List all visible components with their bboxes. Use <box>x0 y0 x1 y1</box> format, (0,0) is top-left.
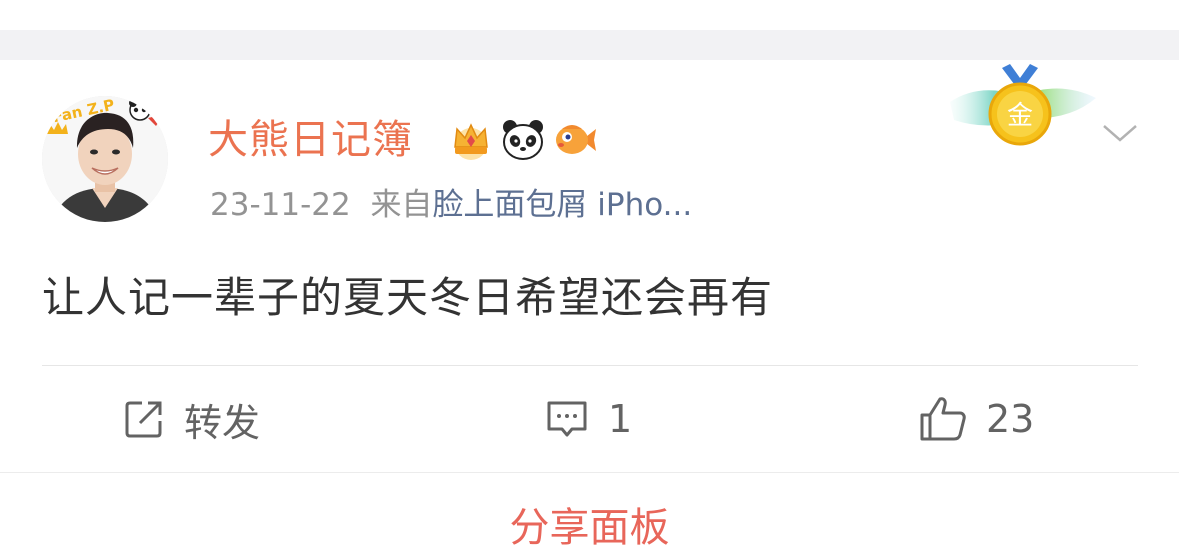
post-content: 让人记一辈子的夏天冬日希望还会再有 <box>42 273 774 322</box>
source-prefix: 来自 <box>370 187 433 223</box>
like-button[interactable]: 23 <box>918 392 1034 446</box>
comment-button[interactable]: 1 <box>544 392 632 446</box>
repost-button[interactable]: 转发 <box>122 392 260 446</box>
share-panel-link[interactable]: 分享面板 <box>0 500 1179 556</box>
repost-label: 转发 <box>184 400 261 445</box>
username[interactable]: 大熊日记簿 <box>208 112 413 168</box>
post-timestamp: 23-11-22 <box>210 187 351 223</box>
crown-icon[interactable] <box>448 117 494 163</box>
post-meta: 23-11-22 来自脸上面包屑 iPho... <box>210 184 692 226</box>
medal-label: 金 <box>1007 101 1033 131</box>
user-badges <box>448 116 598 164</box>
action-divider <box>42 365 1138 366</box>
bottom-separator <box>0 472 1179 473</box>
comment-count: 1 <box>608 397 633 441</box>
feed-separator <box>0 30 1179 60</box>
chevron-down-icon[interactable] <box>1100 118 1140 148</box>
avatar[interactable]: Fan Z.P <box>42 96 168 222</box>
share-icon <box>125 401 162 438</box>
top-area <box>0 0 1179 30</box>
source-link[interactable]: 脸上面包屑 iPho... <box>432 187 692 223</box>
fish-icon[interactable] <box>552 117 598 163</box>
panda-icon[interactable] <box>500 117 546 163</box>
like-count: 23 <box>986 397 1035 441</box>
thumbs-up-icon <box>920 397 966 441</box>
comment-icon <box>547 401 587 437</box>
gold-medal-icon[interactable]: 金 <box>940 62 1100 162</box>
